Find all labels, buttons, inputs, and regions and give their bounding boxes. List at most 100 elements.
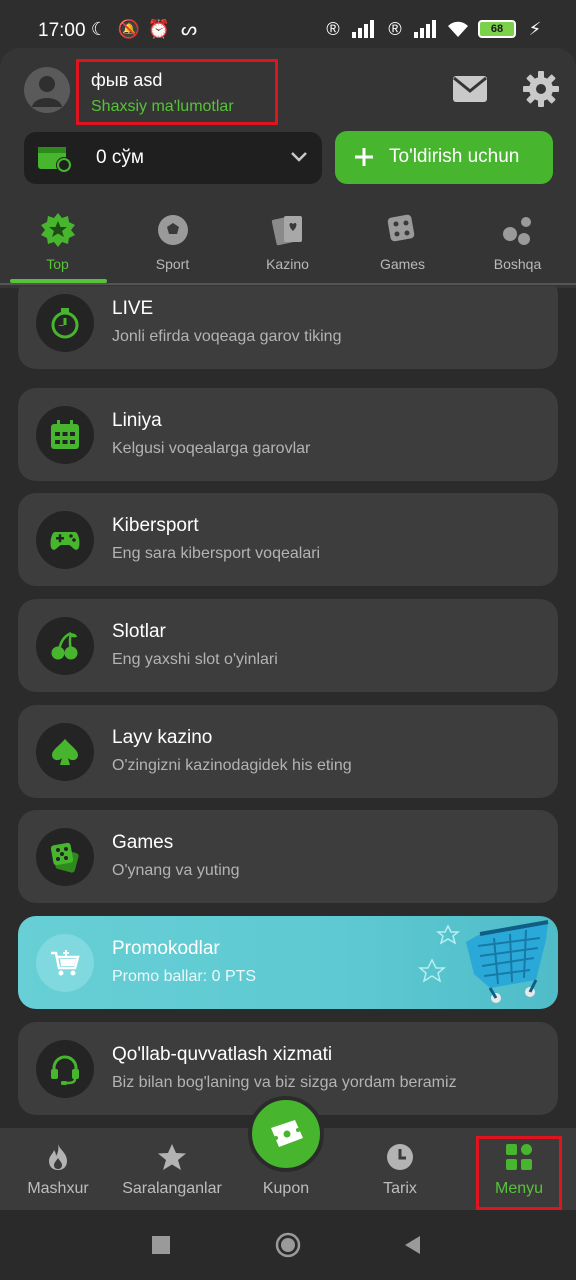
signal-icon: [352, 20, 374, 38]
cards-icon: [271, 216, 302, 246]
menu-item-title: Promokodlar: [112, 938, 220, 959]
mute-icon: 🔕: [117, 18, 141, 39]
battery-icon: 68: [478, 20, 516, 38]
icon-badge: [36, 723, 94, 781]
nav-label: Tarix: [383, 1180, 417, 1197]
status-right-icons: ® ® 68 ⚡: [322, 18, 546, 40]
menu-item-subtitle: Kelgusi voqealarga garovlar: [112, 440, 311, 457]
tab-label: Sport: [155, 256, 190, 272]
tab-kazino[interactable]: Kazino: [230, 208, 345, 284]
divider: [0, 283, 576, 285]
tab-label: Kazino: [266, 256, 309, 272]
profile-box[interactable]: фыв asd Shaxsiy ma'lumotlar: [76, 59, 278, 125]
tab-label: Top: [46, 256, 69, 272]
dice-icon: [50, 842, 79, 873]
icon-badge: [36, 406, 94, 464]
soccer-ball-icon: [158, 215, 188, 245]
icon-badge: [36, 511, 94, 569]
nav-tarix[interactable]: Tarix: [360, 1128, 440, 1210]
nav-mashxur[interactable]: Mashxur: [18, 1128, 98, 1210]
bottom-nav: Mashxur Saralanganlar Kupon Tarix Menyu: [0, 1096, 576, 1210]
stopwatch-icon: [51, 308, 79, 339]
menu-item-subtitle: Eng sara kibersport voqealari: [112, 545, 321, 562]
menu-item-subtitle: Eng yaxshi slot o'yinlari: [112, 651, 278, 668]
recents-icon[interactable]: [148, 1232, 174, 1258]
plus-icon: [355, 148, 373, 166]
registered-icon-2: ®: [388, 18, 402, 39]
menu-item-title: Liniya: [112, 410, 162, 431]
tab-boshqa[interactable]: Boshqa: [460, 208, 575, 284]
dice-icon: [387, 214, 415, 242]
avatar[interactable]: [24, 67, 70, 113]
tab-top[interactable]: Top: [0, 208, 115, 284]
menu-item-title: LIVE: [112, 298, 154, 319]
cart-icon: [51, 950, 80, 976]
username: фыв asd: [91, 70, 163, 90]
menu-item-games[interactable]: Games O'ynang va yuting: [18, 810, 558, 903]
topup-button[interactable]: To'ldirish uchun: [335, 131, 553, 184]
status-time: 17:00: [38, 20, 86, 41]
star-badge-icon: [41, 213, 75, 247]
tab-games[interactable]: Games: [345, 208, 460, 284]
menu-item-title: Qo'llab-quvvatlash xizmati: [112, 1044, 333, 1065]
tab-label: Boshqa: [493, 256, 542, 272]
home-icon[interactable]: [275, 1232, 301, 1258]
headset-icon: [51, 1055, 79, 1085]
gear-icon[interactable]: [522, 70, 560, 108]
mail-icon[interactable]: [452, 74, 488, 104]
menu-item-live[interactable]: LIVE Jonli efirda voqeaga garov tiking: [18, 286, 558, 369]
balance-selector[interactable]: 0 сўм: [24, 132, 322, 184]
menu-item-subtitle: Jonli efirda voqeaga garov tiking: [112, 328, 342, 345]
nav-label: Kupon: [262, 1180, 310, 1197]
wallet-icon: [38, 147, 72, 173]
signal-icon-2: [414, 20, 436, 38]
profile-link[interactable]: Shaxsiy ma'lumotlar: [91, 98, 234, 116]
icon-badge: [36, 934, 94, 992]
menu-item-title: Slotlar: [112, 621, 166, 642]
wifi-icon: [448, 21, 468, 37]
menu-item-kibersport[interactable]: Kibersport Eng sara kibersport voqealari: [18, 493, 558, 586]
tab-sport[interactable]: Sport: [115, 208, 230, 284]
menu-list: LIVE Jonli efirda voqeaga garov tiking L…: [0, 286, 576, 1128]
charging-icon: ⚡: [528, 18, 542, 39]
menu-item-layv-kazino[interactable]: Layv kazino O'zingizni kazinodagidek his…: [18, 705, 558, 798]
menu-item-title: Kibersport: [112, 515, 199, 536]
nav-label: Saralanganlar: [122, 1180, 222, 1197]
menu-item-promokodlar[interactable]: Promokodlar Promo ballar: 0 PTS: [18, 916, 558, 1009]
topup-label: To'ldirish uchun: [389, 146, 520, 167]
moon-icon: ☾: [90, 18, 108, 39]
clock-icon: [387, 1144, 413, 1170]
highlight-box: [476, 1136, 562, 1210]
user-icon: [32, 76, 62, 107]
menu-item-subtitle: Biz bilan bog'laning va biz sizga yordam…: [112, 1074, 457, 1091]
status-left-icons: ☾ 🔕 ⏰ ᔕ: [88, 18, 200, 40]
gamepad-icon: [50, 532, 80, 550]
menu-item-subtitle: Promo ballar: 0 PTS: [112, 968, 257, 985]
icon-badge: [36, 1040, 94, 1098]
category-tabs: Top Sport Kazino Games Boshqa: [0, 208, 576, 284]
chevron-down-icon: [291, 152, 307, 162]
menu-item-liniya[interactable]: Liniya Kelgusi voqealarga garovlar: [18, 388, 558, 481]
menu-item-subtitle: O'ynang va yuting: [112, 862, 240, 879]
app-icon: ᔕ: [180, 18, 198, 39]
ticket-icon: [271, 1120, 303, 1147]
cherries-icon: [51, 631, 78, 660]
icon-badge: [36, 294, 94, 352]
tab-label: Games: [379, 256, 426, 272]
menu-item-subtitle: O'zingizni kazinodagidek his eting: [112, 757, 352, 774]
system-nav-bar: [0, 1210, 576, 1280]
dots-icon: [503, 217, 531, 245]
menu-item-title: Layv kazino: [112, 727, 213, 748]
alarm-icon: ⏰: [147, 18, 171, 39]
registered-icon: ®: [326, 18, 340, 39]
menu-item-slotlar[interactable]: Slotlar Eng yaxshi slot o'yinlari: [18, 599, 558, 692]
balance-amount: 0 сўм: [96, 147, 144, 168]
back-icon[interactable]: [400, 1232, 426, 1258]
nav-label: Mashxur: [27, 1180, 89, 1197]
coupon-button[interactable]: [248, 1096, 324, 1172]
nav-saralanganlar[interactable]: Saralanganlar: [112, 1128, 232, 1210]
spade-icon: [52, 739, 78, 765]
icon-badge: [36, 617, 94, 675]
calendar-icon: [51, 420, 79, 449]
header: фыв asd Shaxsiy ma'lumotlar 0 сўм To'ldi…: [0, 48, 576, 288]
